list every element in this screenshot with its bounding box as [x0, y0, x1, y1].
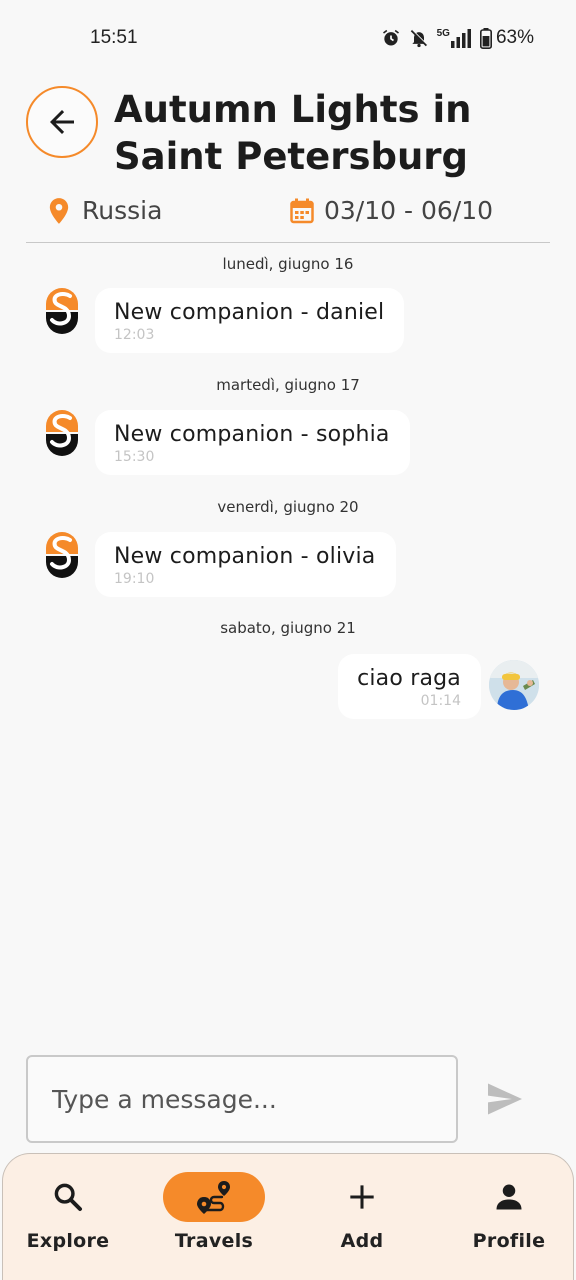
message-text: ciao raga: [357, 666, 461, 691]
network-type: 5G: [436, 27, 450, 39]
message-input[interactable]: [26, 1055, 458, 1143]
bottom-nav: Explore Travels Add Profile: [2, 1153, 574, 1280]
plus-icon: [350, 1185, 374, 1209]
date-separator: lunedì, giugno 16: [222, 255, 354, 273]
message-bubble[interactable]: New companion - daniel 12:03: [95, 288, 405, 353]
message-text: New companion - sophia: [114, 422, 390, 447]
nav-label: Profile: [472, 1230, 546, 1252]
nav-icon-container: [311, 1172, 413, 1222]
send-button[interactable]: [484, 1080, 526, 1120]
alarm-icon: [382, 29, 399, 46]
muted-bell-icon: [410, 29, 428, 48]
user-avatar[interactable]: [489, 660, 539, 710]
message-time: 01:14: [420, 693, 461, 709]
signal-icon: [450, 29, 471, 48]
app-logo-icon: [46, 532, 78, 578]
nav-icon-container: [17, 1172, 119, 1222]
send-icon: [488, 1083, 522, 1114]
route-icon: [197, 1181, 230, 1214]
user-photo-icon: [489, 660, 539, 710]
date-separator: venerdì, giugno 20: [217, 498, 359, 516]
message-time: 19:10: [114, 571, 155, 587]
nav-travels[interactable]: Travels: [144, 1154, 284, 1280]
back-button[interactable]: [26, 86, 98, 158]
trip-dates: 03/10 - 06/10: [290, 196, 493, 225]
status-icons: 5G 63%: [381, 27, 534, 49]
date-separator: sabato, giugno 21: [220, 619, 356, 637]
nav-add[interactable]: Add: [292, 1154, 432, 1280]
nav-profile[interactable]: Profile: [439, 1154, 576, 1280]
location-label: Russia: [82, 196, 163, 225]
date-separator: martedì, giugno 17: [216, 376, 360, 394]
message-text: New companion - daniel: [114, 300, 385, 325]
message-time: 12:03: [114, 327, 155, 343]
nav-label: Explore: [26, 1230, 110, 1252]
battery-icon: [479, 27, 492, 49]
nav-label: Add: [340, 1230, 384, 1252]
nav-icon-container: [458, 1172, 560, 1222]
message-bubble[interactable]: ciao raga 01:14: [338, 654, 481, 719]
trip-meta: Russia 03/10 - 06/10: [48, 196, 548, 232]
app-logo-icon: [46, 410, 78, 456]
battery-percent: 63%: [495, 27, 534, 48]
dates-label: 03/10 - 06/10: [324, 196, 494, 225]
status-bar: 15:51 5G 63%: [0, 0, 576, 76]
message-time: 15:30: [114, 449, 155, 465]
message-text: New companion - olivia: [114, 544, 376, 569]
person-icon: [496, 1184, 522, 1210]
page-title: Autumn Lights in Saint Petersburg: [114, 88, 472, 178]
message-bubble[interactable]: New companion - olivia 19:10: [95, 532, 396, 597]
search-icon: [54, 1183, 82, 1211]
trip-location: Russia: [48, 196, 162, 225]
nav-explore[interactable]: Explore: [0, 1154, 138, 1280]
app-logo-icon: [46, 288, 78, 334]
nav-icon-container: [163, 1172, 265, 1222]
message-bubble[interactable]: New companion - sophia 15:30: [95, 410, 410, 475]
status-time: 15:51: [90, 27, 138, 48]
calendar-icon: [290, 198, 314, 223]
nav-label: Travels: [174, 1230, 254, 1252]
arrow-left-icon: [50, 110, 74, 134]
location-pin-icon: [49, 197, 69, 224]
header-divider: [26, 242, 550, 243]
